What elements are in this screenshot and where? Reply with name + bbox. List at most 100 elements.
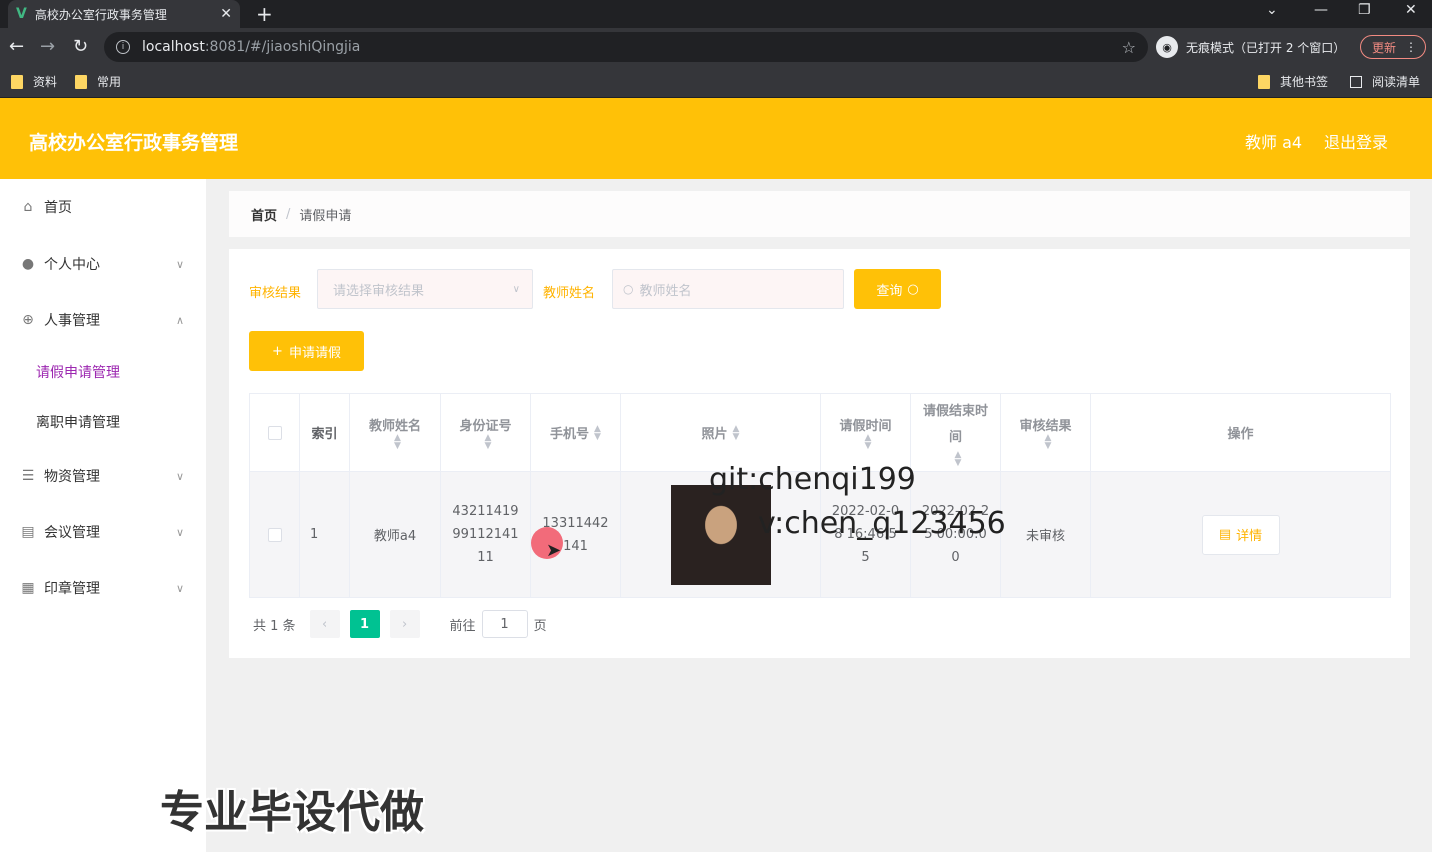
header-photo[interactable]: 照片 ▲ ▼ xyxy=(621,394,821,471)
header-start-time[interactable]: 请假时间 ▲ ▼ xyxy=(821,394,911,471)
tab-title: 高校办公室行政事务管理 xyxy=(34,7,167,22)
detail-button[interactable]: ▤ 详情 xyxy=(1201,514,1280,555)
sort-icon[interactable]: ▲ ▼ xyxy=(955,450,962,467)
query-button-label: 查询 xyxy=(876,283,903,299)
sidebar-item-materials[interactable]: ☰ 物资管理 ∨ xyxy=(0,452,206,500)
query-button[interactable]: 查询 ○ xyxy=(854,269,941,309)
pagination: 共 1 条 ‹ 1 › 前往 1 页 xyxy=(249,610,547,638)
close-window-icon[interactable]: ✕ xyxy=(1405,2,1417,18)
sidebar-item-label: 会议管理 xyxy=(44,525,100,541)
header-index: 索引 xyxy=(300,394,350,471)
url-host: localhost xyxy=(142,39,205,55)
update-label: 更新 xyxy=(1372,40,1397,55)
select-all-checkbox[interactable] xyxy=(267,425,282,440)
sidebar-item-meetings[interactable]: ▤ 会议管理 ∨ xyxy=(0,508,206,556)
globe-icon: ⊕ xyxy=(22,312,34,328)
apply-leave-label: 申请请假 xyxy=(288,345,341,361)
chevron-down-icon: ∨ xyxy=(512,283,520,295)
logout-link[interactable]: 退出登录 xyxy=(1324,129,1388,153)
sort-icon[interactable]: ▲ ▼ xyxy=(394,434,401,451)
sort-icon[interactable]: ▲ ▼ xyxy=(485,434,492,451)
table-header: 索引 教师姓名 ▲ ▼ 身份证号 ▲ ▼ 手机号 ▲ ▼ 照片 ▲ ▼ 请假时间 ▲ ▼ 请假结束时… xyxy=(250,394,1390,472)
header-label: 请假结束时间 xyxy=(922,403,988,445)
chevron-down-icon: ∨ xyxy=(175,581,184,595)
list-icon: ☰ xyxy=(21,468,35,484)
page-number-current[interactable]: 1 xyxy=(349,610,380,638)
folder-icon xyxy=(75,74,87,89)
next-page-button[interactable]: › xyxy=(389,610,420,638)
goto-suffix: 页 xyxy=(533,618,547,634)
more-menu-icon[interactable]: ⋮ xyxy=(1405,40,1417,54)
reload-icon[interactable]: ↻ xyxy=(73,36,88,57)
sort-icon[interactable]: ▲ ▼ xyxy=(594,424,601,441)
url-bar[interactable]: i localhost :8081/#/jiaoshiQingjia ☆ xyxy=(104,32,1148,62)
bookmark-label: 常用 xyxy=(97,75,122,89)
prev-page-button[interactable]: ‹ xyxy=(309,610,340,638)
user-icon: ● xyxy=(21,256,35,272)
folder-icon xyxy=(1258,74,1270,89)
cell-index: 1 xyxy=(300,472,350,597)
sidebar-item-label: 首页 xyxy=(44,200,72,216)
header-actions: 操作 xyxy=(1091,394,1390,471)
name-search-input[interactable]: ○ 教师姓名 xyxy=(612,269,844,309)
sidebar-item-seals[interactable]: ▦ 印章管理 ∨ xyxy=(0,564,206,612)
header-end-time[interactable]: 请假结束时间 ▲ ▼ xyxy=(911,394,1001,471)
result-select[interactable]: 请选择审核结果 ∨ xyxy=(317,269,533,309)
sidebar-subitem-resign[interactable]: 离职申请管理 xyxy=(0,399,206,445)
sort-icon[interactable]: ▲ ▼ xyxy=(733,424,740,441)
cell-id-number: 432114199911214111 xyxy=(441,472,531,597)
forward-icon[interactable]: → xyxy=(40,36,55,57)
tab-close-icon[interactable]: ✕ xyxy=(220,6,232,22)
detail-label: 详情 xyxy=(1236,529,1263,544)
sidebar-item-label: 物资管理 xyxy=(44,469,100,485)
breadcrumb-separator: / xyxy=(286,206,291,222)
breadcrumb: 首页 / 请假申请 xyxy=(229,191,1410,237)
sort-icon[interactable]: ▲ ▼ xyxy=(865,434,872,451)
browser-tab[interactable]: V 高校办公室行政事务管理 ✕ xyxy=(8,0,240,28)
select-all-cell xyxy=(250,394,300,471)
new-tab-icon[interactable]: + xyxy=(256,2,273,26)
update-button[interactable]: 更新 ⋮ xyxy=(1360,35,1426,59)
browser-tab-strip: V 高校办公室行政事务管理 ✕ + ⌄ — ❐ ✕ xyxy=(0,0,1432,28)
bookmark-star-icon[interactable]: ☆ xyxy=(1122,38,1136,57)
bookmark-folder[interactable]: 常用 xyxy=(75,73,121,90)
minimize-icon[interactable]: — xyxy=(1314,2,1328,18)
row-checkbox[interactable] xyxy=(267,527,282,542)
sidebar-item-home[interactable]: ⌂ 首页 xyxy=(0,183,206,231)
header-label: 索引 xyxy=(311,427,338,442)
goto-page-input[interactable]: 1 xyxy=(481,610,528,638)
sidebar-item-label: 人事管理 xyxy=(44,313,100,329)
row-select-cell xyxy=(250,472,300,597)
document-icon: ▤ xyxy=(1218,527,1232,542)
header-label: 请假时间 xyxy=(839,419,892,434)
other-bookmarks[interactable]: 其他书签 xyxy=(1258,73,1328,90)
restore-icon[interactable]: ❐ xyxy=(1358,2,1371,18)
cell-result: 未审核 xyxy=(1001,472,1091,597)
reading-list[interactable]: 阅读清单 xyxy=(1350,73,1420,90)
bookmark-label: 阅读清单 xyxy=(1372,75,1421,89)
site-info-icon[interactable]: i xyxy=(116,40,130,54)
sidebar-subitem-leave[interactable]: 请假申请管理 xyxy=(0,349,206,395)
sort-icon[interactable]: ▲ ▼ xyxy=(1045,434,1052,451)
incognito-indicator[interactable]: ◉ 无痕模式（已打开 2 个窗口） xyxy=(1156,34,1345,60)
back-icon[interactable]: ← xyxy=(9,36,24,57)
breadcrumb-home[interactable]: 首页 xyxy=(251,205,277,224)
sidebar-item-hr[interactable]: ⊕ 人事管理 ∧ xyxy=(0,296,206,344)
apply-leave-button[interactable]: + 申请请假 xyxy=(249,331,364,371)
chevron-down-icon: ∨ xyxy=(175,525,184,539)
header-id-number[interactable]: 身份证号 ▲ ▼ xyxy=(441,394,531,471)
bookmark-folder[interactable]: 资料 xyxy=(11,73,57,90)
goto-prefix: 前往 xyxy=(449,618,476,634)
header-phone[interactable]: 手机号 ▲ ▼ xyxy=(531,394,621,471)
header-label: 教师姓名 xyxy=(368,419,421,434)
sidebar-item-personal[interactable]: ● 个人中心 ∨ xyxy=(0,240,206,288)
watermark-text: v:chen_q123456 xyxy=(758,506,1006,541)
main-panel: 审核结果 请选择审核结果 ∨ 教师姓名 ○ 教师姓名 查询 ○ + 申请请假 索… xyxy=(229,249,1410,658)
url-path: :8081/#/jiaoshiQingjia xyxy=(204,39,361,55)
chevron-down-icon: ∨ xyxy=(175,469,184,483)
header-result[interactable]: 审核结果 ▲ ▼ xyxy=(1001,394,1091,471)
teacher-photo[interactable] xyxy=(670,484,771,585)
tab-search-icon[interactable]: ⌄ xyxy=(1266,2,1278,18)
header-name[interactable]: 教师姓名 ▲ ▼ xyxy=(350,394,441,471)
header-label: 身份证号 xyxy=(459,419,512,434)
